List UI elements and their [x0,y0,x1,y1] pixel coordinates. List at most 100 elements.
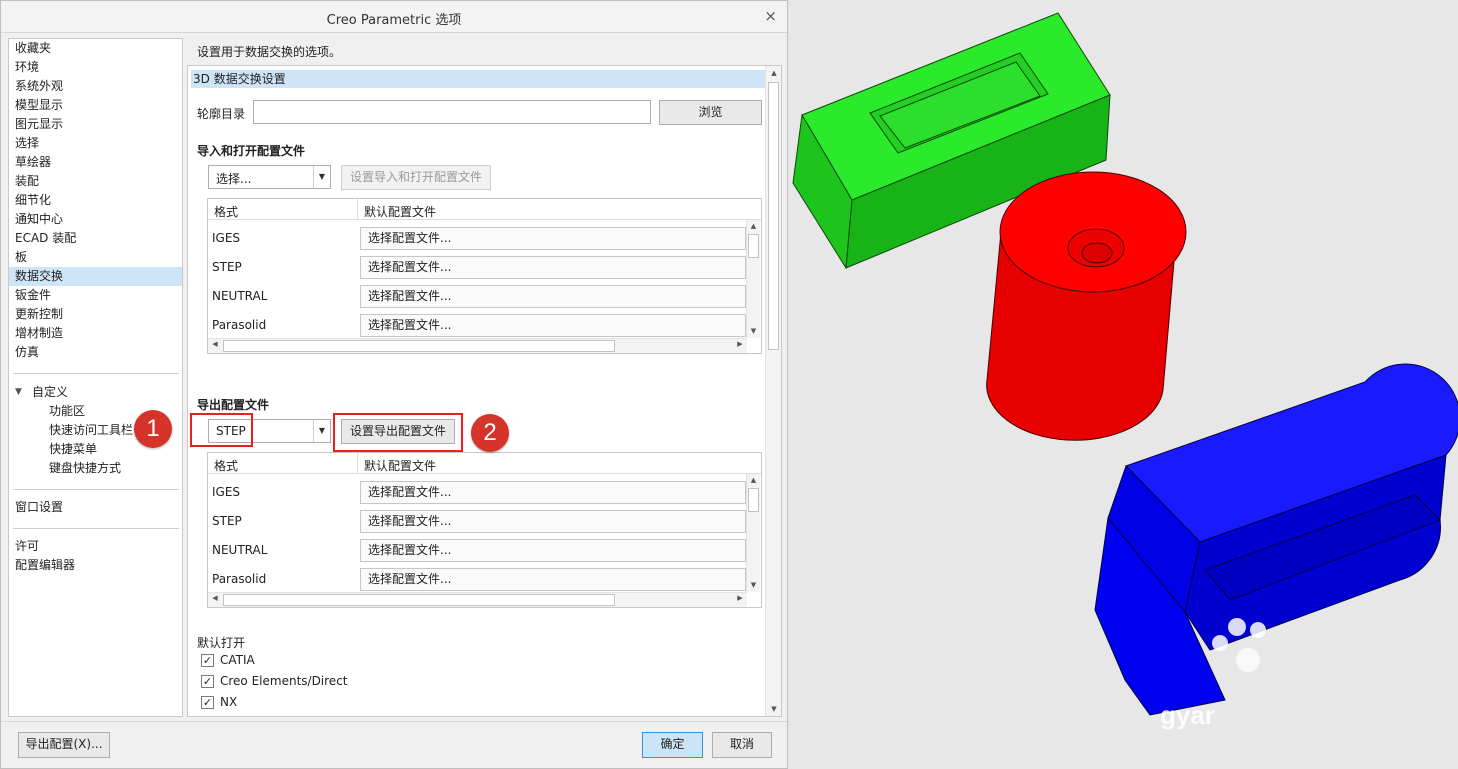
nav-item-window-settings[interactable]: 窗口设置 [9,498,182,517]
import-format-select[interactable]: 选择... ▼ [208,165,331,189]
config-file-picker[interactable]: 选择配置文件... [360,510,746,533]
nav-item-customize[interactable]: 自定义 [9,383,182,402]
nav-item-data-exchange[interactable]: 数据交换 [9,267,182,286]
import-heading: 导入和打开配置文件 [197,144,306,158]
nav-item-sketcher[interactable]: 草绘器 [9,153,182,172]
nav-divider [13,373,179,374]
dialog-title: Creo Parametric 选项 [326,13,462,28]
close-icon[interactable]: × [764,7,777,25]
format-cell: NEUTRAL [212,543,268,557]
options-dialog: Creo Parametric 选项 × 收藏夹 环境 系统外观 模型显示 图元… [0,0,788,769]
nav-item-notification-center[interactable]: 通知中心 [9,210,182,229]
blue-body-model[interactable] [1094,363,1458,716]
nav-item-ecad-assembly[interactable]: ECAD 装配 [9,229,182,248]
nav-item-keyboard-shortcuts[interactable]: 键盘快捷方式 [9,459,182,478]
scroll-down-icon[interactable]: ▼ [747,579,760,592]
scroll-left-icon[interactable]: ◀ [208,594,222,602]
scroll-thumb[interactable] [223,594,615,606]
export-config-table: 格式 默认配置文件 IGES 选择配置文件... STEP 选择配置文件... … [207,452,762,608]
profile-dir-input[interactable] [253,100,651,124]
chevron-down-icon[interactable]: ▼ [313,166,330,188]
nav-item-update-control[interactable]: 更新控制 [9,305,182,324]
table-row: STEP 选择配置文件... [208,507,748,536]
annotation-badge-1: 1 [134,410,172,448]
scroll-thumb[interactable] [768,82,779,350]
panel-vertical-scrollbar[interactable]: ▲ ▼ [765,66,781,716]
config-file-picker[interactable]: 选择配置文件... [360,568,746,591]
config-file-picker[interactable]: 选择配置文件... [360,314,746,337]
watermark-text: gyar [1160,700,1215,730]
scroll-up-icon[interactable]: ▲ [747,220,760,233]
nav-item-config-editor[interactable]: 配置编辑器 [9,556,182,575]
nav-item-environment[interactable]: 环境 [9,58,182,77]
chevron-down-icon[interactable]: ▼ [313,420,330,442]
scroll-right-icon[interactable]: ▶ [733,594,747,602]
set-import-config-button[interactable]: 设置导入和打开配置文件 [341,165,491,190]
column-divider [357,453,358,474]
nav-divider [13,489,179,490]
nav-item-model-display[interactable]: 模型显示 [9,96,182,115]
table-header: 格式 默认配置文件 [208,453,761,474]
column-header-default-config: 默认配置文件 [364,205,437,219]
config-file-picker[interactable]: 选择配置文件... [360,539,746,562]
nx-checkbox[interactable]: ✓ [201,696,214,709]
format-cell: STEP [212,514,242,528]
nav-item-board[interactable]: 板 [9,248,182,267]
scroll-down-icon[interactable]: ▼ [747,325,760,338]
panel-description: 设置用于数据交换的选项。 [197,45,342,59]
catia-label: CATIA [220,653,255,667]
profile-dir-label: 轮廓目录 [197,107,246,121]
nav-item-simulation[interactable]: 仿真 [9,343,182,362]
nav-item-favorites[interactable]: 收藏夹 [9,39,182,58]
annotation-highlight-set-export [333,413,463,452]
column-header-default-config: 默认配置文件 [364,459,437,473]
export-config-button[interactable]: 导出配置(X)... [18,732,110,758]
config-file-picker[interactable]: 选择配置文件... [360,256,746,279]
nav-item-assembly[interactable]: 装配 [9,172,182,191]
config-file-picker[interactable]: 选择配置文件... [360,285,746,308]
model-viewport[interactable]: gyar [789,0,1458,769]
red-cylinder-model[interactable] [986,171,1187,441]
nx-label: NX [220,695,238,709]
annotation-badge-2: 2 [471,414,509,452]
nav-item-additive-manufacturing[interactable]: 增材制造 [9,324,182,343]
table-vertical-scrollbar[interactable]: ▲ ▼ [746,474,760,592]
import-config-table: 格式 默认配置文件 IGES 选择配置文件... STEP 选择配置文件... … [207,198,762,354]
nav-item-license[interactable]: 许可 [9,537,182,556]
scroll-thumb[interactable] [748,234,759,258]
ok-button[interactable]: 确定 [642,732,703,758]
format-cell: Parasolid [212,572,267,586]
settings-panel: 3D 数据交换设置 轮廓目录 浏览 导入和打开配置文件 选择... ▼ 设置导入… [187,65,782,717]
import-format-value: 选择... [216,172,252,186]
scroll-left-icon[interactable]: ◀ [208,340,222,348]
nav-item-detailing[interactable]: 细节化 [9,191,182,210]
creo-elements-direct-label: Creo Elements/Direct [220,674,348,688]
scroll-thumb[interactable] [223,340,615,352]
format-cell: Parasolid [212,318,267,332]
nav-item-system-appearance[interactable]: 系统外观 [9,77,182,96]
table-vertical-scrollbar[interactable]: ▲ ▼ [746,220,760,338]
scroll-thumb[interactable] [748,488,759,512]
nav-item-sheetmetal[interactable]: 钣金件 [9,286,182,305]
nav-item-selection[interactable]: 选择 [9,134,182,153]
config-file-picker[interactable]: 选择配置文件... [360,227,746,250]
table-horizontal-scrollbar[interactable]: ◀ ▶ [208,338,747,353]
scroll-right-icon[interactable]: ▶ [733,340,747,348]
format-cell: IGES [212,485,241,499]
table-row: Parasolid 选择配置文件... [208,311,748,340]
cancel-button[interactable]: 取消 [712,732,772,758]
scroll-up-icon[interactable]: ▲ [767,69,781,77]
table-horizontal-scrollbar[interactable]: ◀ ▶ [208,592,747,607]
table-header: 格式 默认配置文件 [208,199,761,220]
scroll-down-icon[interactable]: ▼ [767,705,781,713]
category-nav: 收藏夹 环境 系统外观 模型显示 图元显示 选择 草绘器 装配 细节化 通知中心… [8,38,183,717]
creo-elements-direct-checkbox[interactable]: ✓ [201,675,214,688]
nav-item-entity-display[interactable]: 图元显示 [9,115,182,134]
format-cell: NEUTRAL [212,289,268,303]
table-row: IGES 选择配置文件... [208,478,748,507]
browse-button[interactable]: 浏览 [659,100,762,125]
catia-checkbox[interactable]: ✓ [201,654,214,667]
annotation-highlight-export-format [190,413,253,447]
scroll-up-icon[interactable]: ▲ [747,474,760,487]
config-file-picker[interactable]: 选择配置文件... [360,481,746,504]
